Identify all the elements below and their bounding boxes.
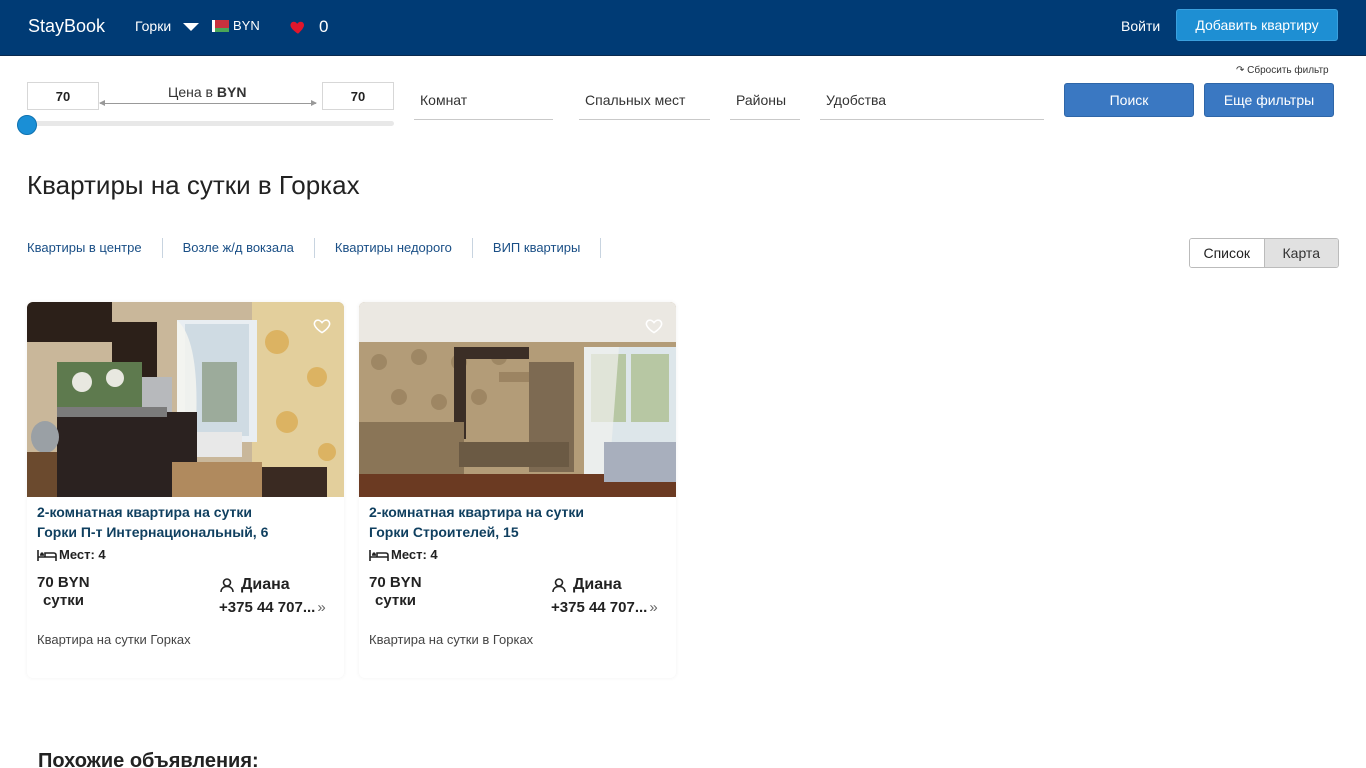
kitchen-photo: [27, 302, 344, 497]
quick-link-center[interactable]: Квартиры в центре: [27, 238, 163, 258]
chevron-right-icon: »: [649, 599, 658, 616]
listing-card[interactable]: 2-комнатная квартира на сутки Горки Стро…: [359, 302, 676, 678]
amenities-filter[interactable]: Удобства: [820, 80, 1044, 120]
heart-icon: [290, 21, 305, 34]
price-label-prefix: Цена в: [168, 84, 213, 100]
caret-down-icon: [183, 23, 200, 31]
phone-link[interactable]: +375 44 707... »: [551, 599, 658, 616]
favorites-count: 0: [319, 17, 329, 36]
price-value: 70 BYN: [369, 574, 422, 591]
user-icon: [552, 578, 566, 593]
top-navbar: StayBook Горки BYN 0 Войти Добавить квар…: [0, 0, 1366, 56]
price-max-input[interactable]: 70: [322, 82, 394, 110]
owner-label: Диана: [573, 576, 622, 593]
belarus-flag-icon: [212, 19, 229, 32]
beds-label: Мест: 4: [391, 547, 438, 562]
city-selector[interactable]: Горки: [135, 18, 200, 34]
list-view-button[interactable]: Список: [1190, 239, 1264, 267]
price-slider-track[interactable]: [27, 121, 394, 126]
bed-icon: [37, 549, 57, 561]
beds-filter[interactable]: Спальных мест: [579, 80, 710, 120]
beds-count: Мест: 4: [37, 547, 106, 562]
owner-name: Диана: [551, 576, 622, 594]
listing-title-line1: 2-комнатная квартира на сутки: [37, 504, 253, 520]
living-room-photo: [359, 302, 676, 497]
price-slider-handle[interactable]: [17, 115, 37, 135]
listing-title-line1: 2-комнатная квартира на сутки: [369, 504, 585, 520]
price-period: сутки: [43, 592, 84, 609]
quick-links: Квартиры в центре Возле ж/д вокзала Квар…: [27, 238, 621, 258]
price-label: Цена в BYN: [168, 84, 246, 100]
listing-price: 70 BYN сутки: [369, 574, 422, 610]
reset-filter-label: Сбросить фильтр: [1247, 65, 1329, 76]
price-period: сутки: [375, 592, 416, 609]
phone-link[interactable]: +375 44 707... »: [219, 599, 326, 616]
search-button[interactable]: Поиск: [1064, 83, 1194, 117]
phone-number: +375 44 707...: [551, 599, 648, 616]
favorite-heart-icon[interactable]: [644, 316, 664, 336]
chevron-right-icon: »: [317, 599, 326, 616]
listing-description: Квартира на сутки в Горках: [369, 632, 534, 647]
listing-photo[interactable]: [359, 302, 676, 497]
beds-count: Мест: 4: [369, 547, 438, 562]
listing-card[interactable]: 2-комнатная квартира на сутки Горки П-т …: [27, 302, 344, 678]
listing-photo[interactable]: [27, 302, 344, 497]
reset-arrow-icon: ↷: [1236, 65, 1245, 76]
districts-filter[interactable]: Районы: [730, 80, 800, 120]
listing-address: Горки П-т Интернациональный, 6: [37, 524, 269, 540]
page-title: Квартиры на сутки в Горках: [27, 170, 360, 200]
currency-selector[interactable]: BYN: [212, 18, 260, 33]
bed-icon: [369, 549, 389, 561]
listing-address: Горки Строителей, 15: [369, 524, 519, 540]
listing-description: Квартира на сутки Горках: [37, 632, 191, 647]
owner-label: Диана: [241, 576, 290, 593]
user-icon: [220, 578, 234, 593]
currency-label: BYN: [233, 18, 260, 33]
reset-filter-link[interactable]: ↷ Сбросить фильтр: [1236, 65, 1329, 76]
add-apartment-button[interactable]: Добавить квартиру: [1176, 9, 1338, 41]
rooms-filter[interactable]: Комнат: [414, 80, 553, 120]
favorite-heart-icon[interactable]: [312, 316, 332, 336]
price-min-input[interactable]: 70: [27, 82, 99, 110]
price-value: 70 BYN: [37, 574, 90, 591]
price-range-arrow-icon: [99, 100, 317, 106]
more-filters-button[interactable]: Еще фильтры: [1204, 83, 1334, 117]
price-label-currency: BYN: [216, 84, 247, 100]
site-logo[interactable]: StayBook: [28, 16, 105, 37]
view-toggle: Список Карта: [1189, 238, 1339, 268]
quick-link-vip[interactable]: ВИП квартиры: [493, 238, 602, 258]
phone-number: +375 44 707...: [219, 599, 316, 616]
city-label: Горки: [135, 18, 172, 34]
owner-name: Диана: [219, 576, 290, 594]
favorites-counter[interactable]: 0: [289, 17, 328, 37]
map-view-button[interactable]: Карта: [1263, 239, 1338, 267]
similar-listings-heading: Похожие объявления:: [38, 750, 259, 768]
listing-price: 70 BYN сутки: [37, 574, 90, 610]
login-link[interactable]: Войти: [1121, 18, 1160, 34]
quick-link-cheap[interactable]: Квартиры недорого: [335, 238, 473, 258]
listing-title[interactable]: 2-комнатная квартира на сутки Горки Стро…: [369, 502, 669, 542]
beds-label: Мест: 4: [59, 547, 106, 562]
listing-title[interactable]: 2-комнатная квартира на сутки Горки П-т …: [37, 502, 337, 542]
quick-link-station[interactable]: Возле ж/д вокзала: [183, 238, 315, 258]
